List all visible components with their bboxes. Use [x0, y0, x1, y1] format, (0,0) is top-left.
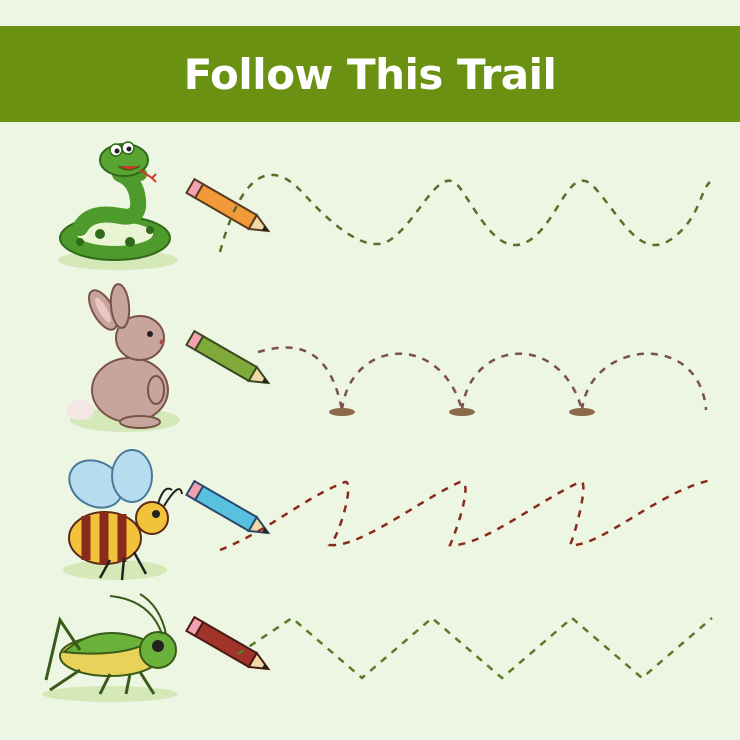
- hop-spot: [449, 408, 475, 416]
- zigzag-trail: [219, 478, 713, 552]
- bee-icon: [63, 449, 183, 581]
- title-banner: Follow This Trail: [0, 26, 740, 122]
- green-pencil-icon: [185, 329, 271, 385]
- bee-row: [63, 449, 713, 581]
- hop-spot: [329, 408, 355, 416]
- rabbit-row: [66, 283, 708, 432]
- grasshopper-icon: [42, 593, 178, 702]
- snake-row: [58, 141, 711, 270]
- snake-icon: [58, 141, 178, 270]
- wave-trail: [218, 173, 711, 253]
- rabbit-icon: [66, 283, 180, 432]
- sharp-zigzag-trail: [237, 616, 713, 680]
- red-pencil-icon: [185, 615, 271, 671]
- hop-spot: [569, 408, 595, 416]
- grasshopper-row: [42, 593, 713, 702]
- page-title: Follow This Trail: [183, 49, 557, 99]
- hop-trail: [257, 346, 708, 416]
- orange-pencil-icon: [185, 177, 271, 233]
